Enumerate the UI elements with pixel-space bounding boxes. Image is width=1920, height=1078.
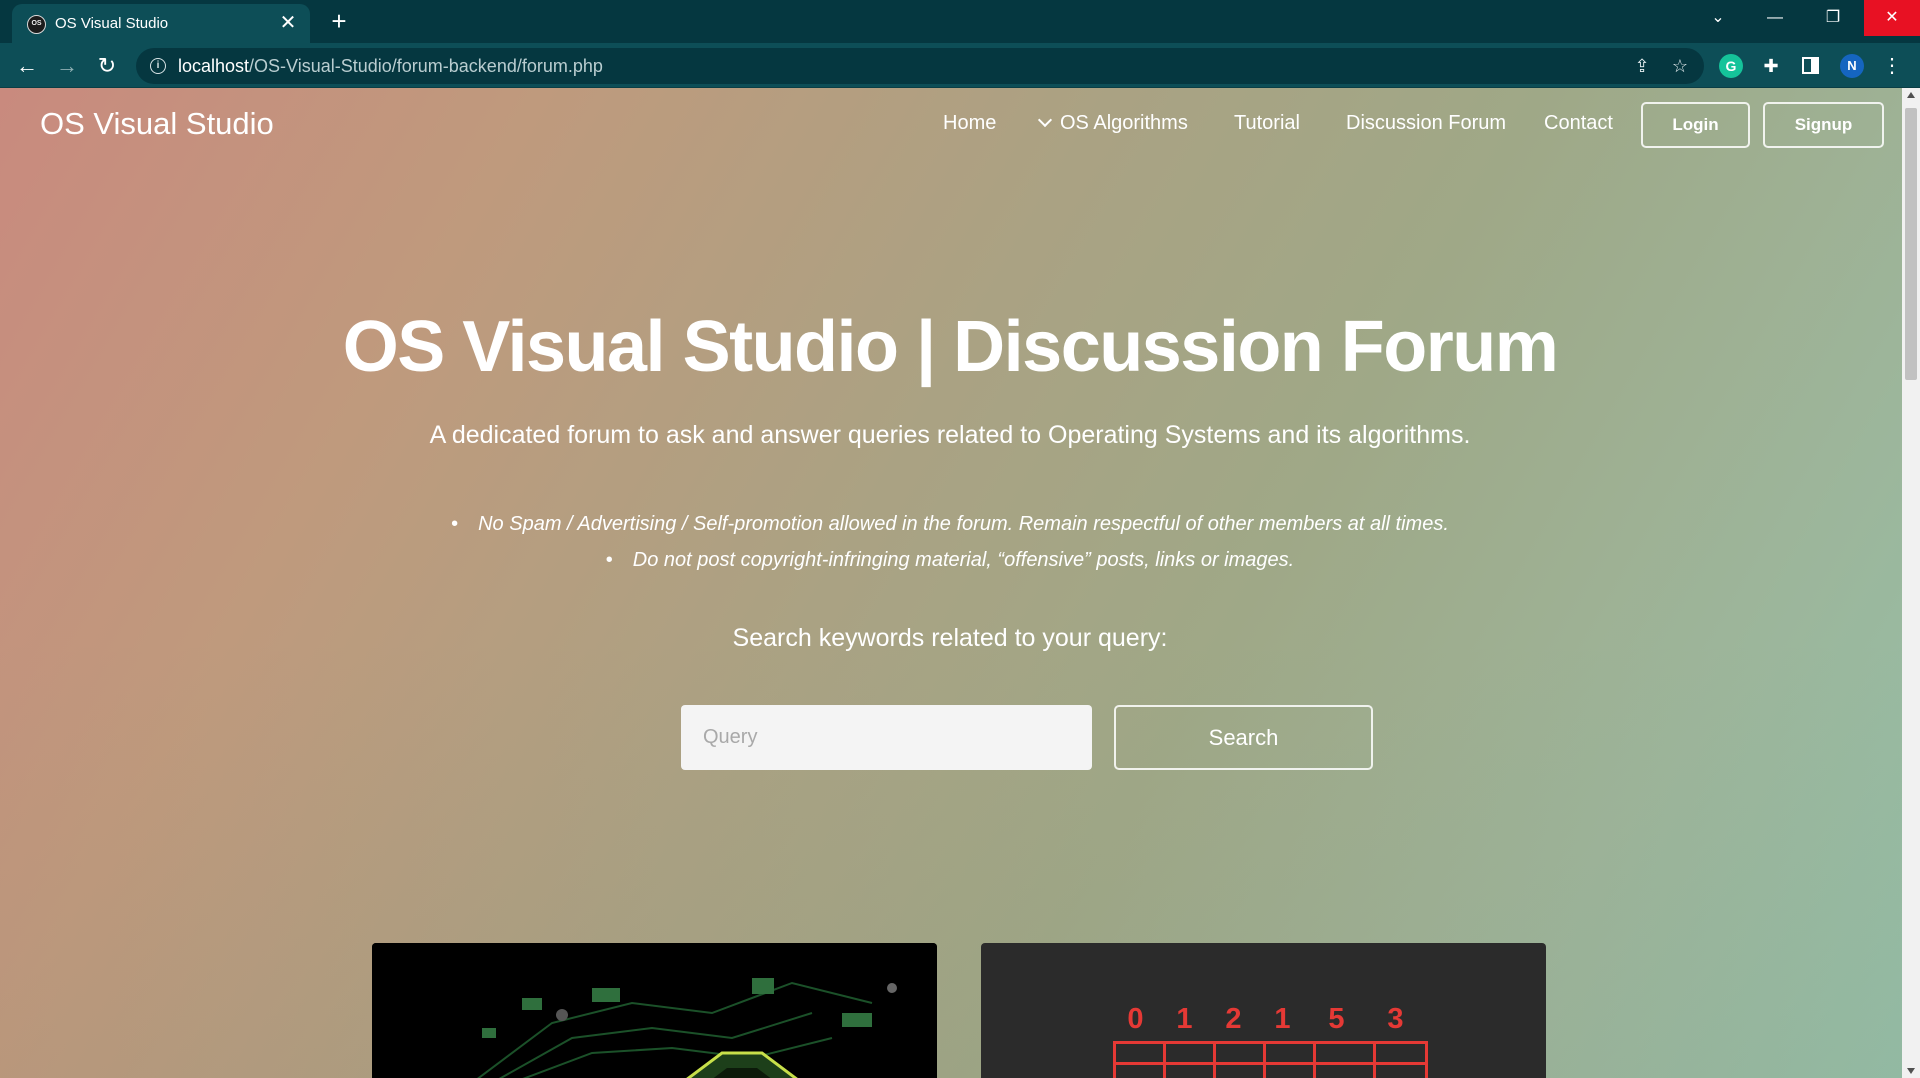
puzzle-icon[interactable]: ✚ bbox=[1759, 54, 1783, 78]
tab-search-icon[interactable]: ⌄ bbox=[1690, 0, 1746, 36]
info-icon[interactable]: i bbox=[150, 58, 166, 74]
reference-value: 1 bbox=[1274, 1003, 1291, 1035]
url-host: localhost bbox=[178, 56, 250, 76]
frame-table bbox=[1113, 1041, 1428, 1078]
restore-icon[interactable]: ❐ bbox=[1805, 0, 1861, 36]
page-replacement-card[interactable]: 012153 bbox=[981, 943, 1546, 1078]
scroll-up-arrow-icon[interactable] bbox=[1907, 92, 1915, 98]
forum-rule: No Spam / Advertising / Self-promotion a… bbox=[0, 506, 1900, 542]
reference-value: 0 bbox=[1127, 1003, 1144, 1035]
page-title: OS Visual Studio | Discussion Forum bbox=[342, 307, 1559, 387]
reference-string: 012153 bbox=[1111, 1003, 1425, 1036]
grid-line bbox=[1163, 1044, 1166, 1078]
search-button[interactable]: Search bbox=[1114, 705, 1373, 770]
browser-toolbar: ← → ↻ i localhost/OS-Visual-Studio/forum… bbox=[0, 43, 1920, 88]
kebab-menu-icon[interactable]: ⋮ bbox=[1880, 54, 1904, 78]
profile-avatar[interactable]: N bbox=[1840, 54, 1864, 78]
grammarly-icon[interactable]: G bbox=[1719, 54, 1743, 78]
forum-rules-list: No Spam / Advertising / Self-promotion a… bbox=[0, 506, 1900, 578]
nav-tutorial[interactable]: Tutorial bbox=[1234, 112, 1300, 135]
minimize-icon[interactable]: — bbox=[1747, 0, 1803, 36]
reference-value: 1 bbox=[1176, 1003, 1193, 1035]
reload-icon[interactable]: ↻ bbox=[91, 50, 123, 82]
forward-arrow-icon[interactable]: → bbox=[51, 50, 83, 82]
algorithm-card-image[interactable] bbox=[372, 943, 937, 1078]
search-label: Search keywords related to your query: bbox=[732, 624, 1168, 652]
tab-title: OS Visual Studio bbox=[55, 15, 169, 32]
url-path: /OS-Visual-Studio/forum-backend/forum.ph… bbox=[249, 56, 603, 76]
grid-line bbox=[1263, 1044, 1266, 1078]
site-brand[interactable]: OS Visual Studio bbox=[40, 106, 274, 142]
new-tab-button[interactable]: + bbox=[325, 7, 353, 35]
page-subtitle: A dedicated forum to ask and answer quer… bbox=[429, 421, 1471, 449]
reference-value: 5 bbox=[1328, 1003, 1345, 1035]
scroll-down-arrow-icon[interactable] bbox=[1907, 1068, 1915, 1074]
address-bar[interactable]: i localhost/OS-Visual-Studio/forum-backe… bbox=[136, 48, 1704, 84]
nav-contact[interactable]: Contact bbox=[1544, 112, 1613, 135]
browser-tab-bar: OS OS Visual Studio ✕ + ⌄ — ❐ ✕ bbox=[0, 0, 1920, 43]
star-icon[interactable]: ☆ bbox=[1668, 54, 1692, 78]
nav-discussion-forum[interactable]: Discussion Forum bbox=[1346, 112, 1506, 135]
signup-button[interactable]: Signup bbox=[1763, 102, 1884, 148]
page-viewport: OS Visual Studio Home OS Algorithms Tuto… bbox=[0, 88, 1920, 1078]
grid-line bbox=[1213, 1044, 1216, 1078]
forum-rule: Do not post copyright-infringing materia… bbox=[0, 542, 1900, 578]
nav-os-algorithms[interactable]: OS Algorithms bbox=[1037, 112, 1188, 135]
scroll-thumb[interactable] bbox=[1905, 108, 1917, 380]
reference-value: 2 bbox=[1225, 1003, 1242, 1035]
side-panel-icon[interactable] bbox=[1798, 54, 1822, 78]
search-input[interactable] bbox=[681, 705, 1092, 770]
page-scrollbar[interactable] bbox=[1902, 88, 1920, 1078]
url-text[interactable]: localhost/OS-Visual-Studio/forum-backend… bbox=[178, 56, 603, 77]
reference-value: 3 bbox=[1387, 1003, 1404, 1035]
close-tab-icon[interactable]: ✕ bbox=[276, 11, 300, 35]
nav-home[interactable]: Home bbox=[943, 112, 996, 135]
nav-os-algorithms-label: OS Algorithms bbox=[1060, 112, 1188, 134]
window-close-icon[interactable]: ✕ bbox=[1864, 0, 1920, 36]
grid-line bbox=[1313, 1044, 1316, 1078]
login-button[interactable]: Login bbox=[1641, 102, 1750, 148]
back-arrow-icon[interactable]: ← bbox=[11, 50, 43, 82]
chevron-down-icon bbox=[1037, 112, 1053, 128]
favicon-icon: OS bbox=[27, 15, 46, 34]
share-icon[interactable]: ⇪ bbox=[1630, 54, 1654, 78]
grid-line bbox=[1373, 1044, 1376, 1078]
circuit-board-image bbox=[372, 943, 937, 1078]
browser-tab[interactable]: OS OS Visual Studio ✕ bbox=[12, 4, 310, 43]
